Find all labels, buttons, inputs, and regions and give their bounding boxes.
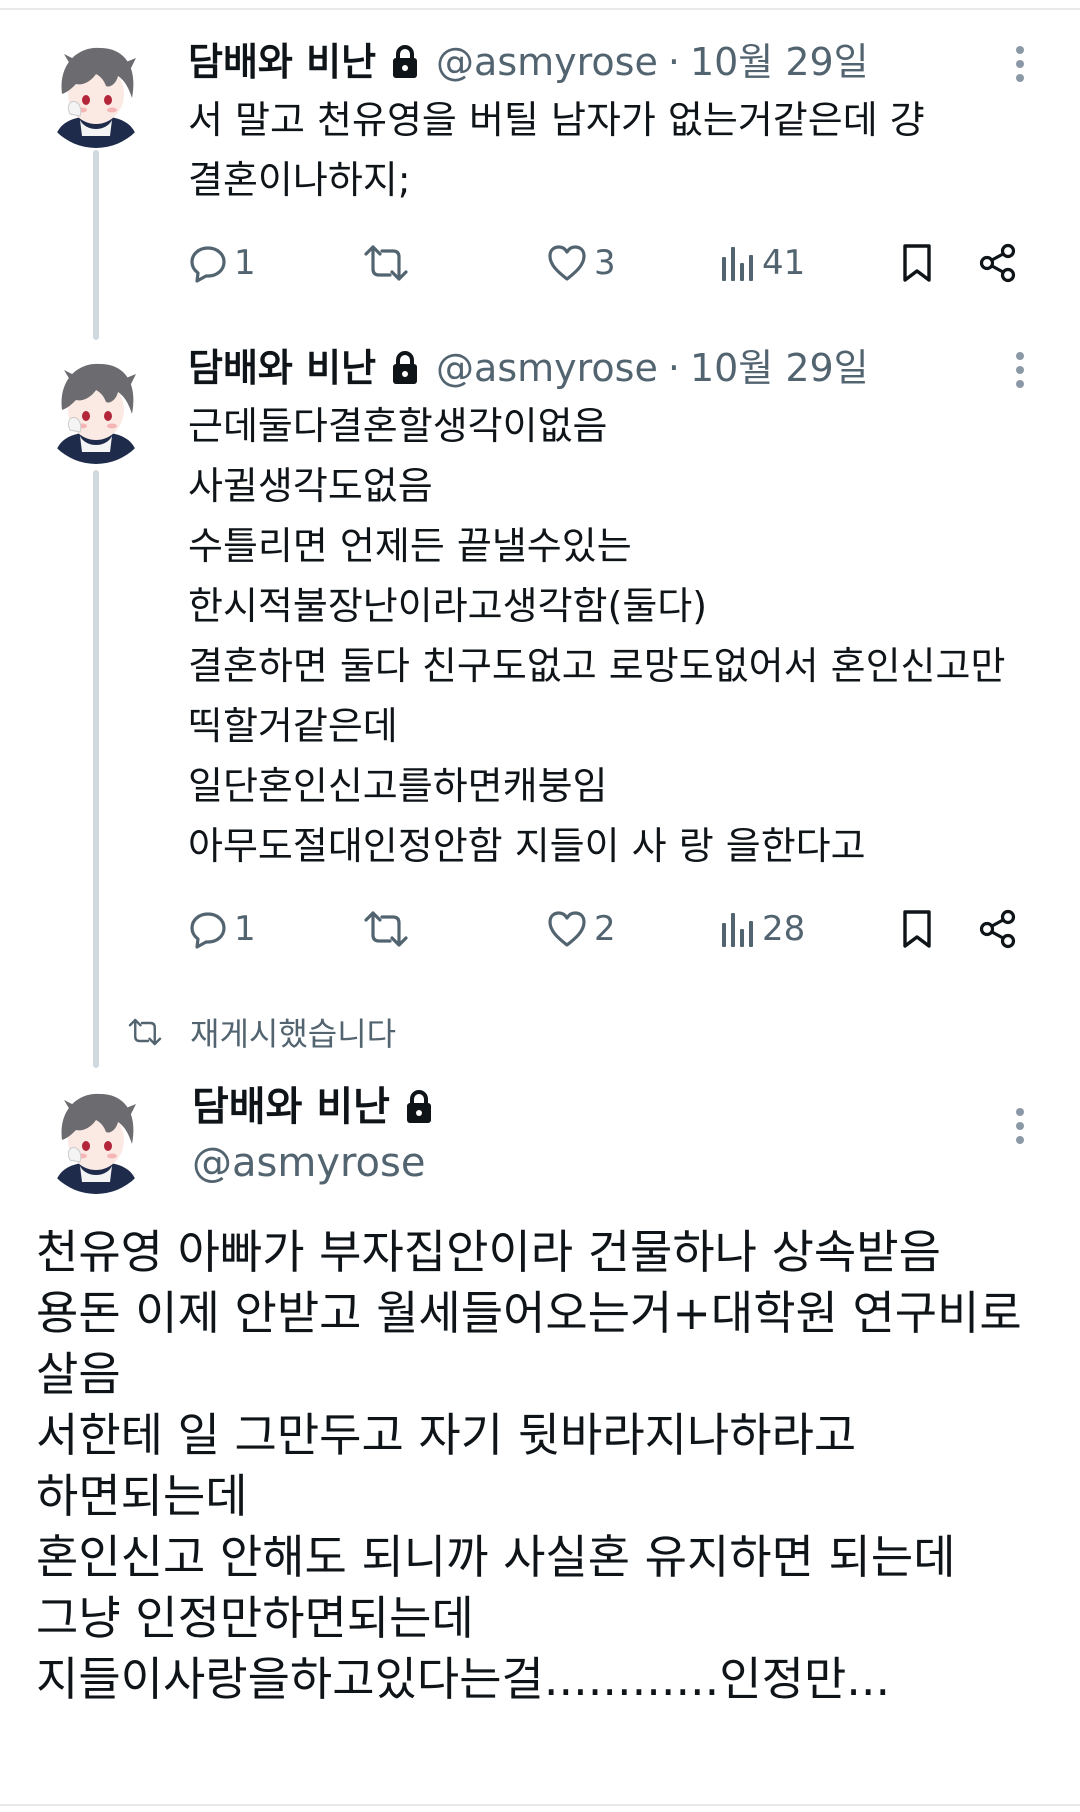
timestamp[interactable]: 10월 29일 — [690, 38, 869, 86]
retweet-icon — [128, 1017, 162, 1047]
tweet-text-line: 결혼이나하지; — [188, 158, 411, 202]
tweet-text-line: 수틀리면 언제든 끝낼수있는 — [188, 524, 632, 568]
views-icon — [720, 909, 756, 949]
more-dots-icon[interactable] — [1008, 1102, 1032, 1150]
tweet-text-line: 지들이사랑을하고있다는걸............인정만... — [36, 1652, 891, 1706]
like-count: 2 — [594, 909, 616, 949]
more-dots-icon[interactable] — [1008, 40, 1032, 88]
display-name[interactable]: 담배와 비난 — [192, 1082, 390, 1132]
heart-icon — [546, 243, 588, 283]
share-icon — [978, 243, 1018, 283]
tweet-header: 담배와 비난 @asmyrose · 10월 29일 — [188, 344, 869, 392]
like-count: 3 — [594, 243, 616, 283]
retweet-icon — [364, 243, 408, 283]
tweet-text: 근데둘다결혼할생각이없음 사귈생각도없음 수틀리면 언제든 끝낼수있는 한시적불… — [188, 396, 1048, 876]
tweet-text-line: 사귈생각도없음 — [188, 464, 433, 508]
lock-icon — [404, 1089, 434, 1125]
reply-icon — [188, 909, 228, 949]
more-dots-icon[interactable] — [1008, 346, 1032, 394]
tweet-text-line: 천유영 아빠가 부자집안이라 건물하나 상속받음 — [36, 1225, 941, 1279]
like-button[interactable]: 3 — [546, 238, 616, 288]
views-count: 28 — [762, 909, 806, 949]
bookmark-icon — [900, 242, 934, 284]
retweet-button[interactable] — [364, 238, 408, 288]
tweet-text-line: 아무도절대인정안함 지들이 사 랑 을한다고 — [188, 824, 866, 868]
action-bar: 1 3 41 — [188, 238, 1028, 288]
tweet-text-line: 그냥 인정만하면되는데 — [36, 1591, 474, 1645]
top-divider — [0, 8, 1080, 10]
tweet-text-line: 하면되는데 — [36, 1469, 248, 1523]
heart-icon — [546, 909, 588, 949]
handle[interactable]: @asmyrose — [192, 1138, 425, 1188]
avatar[interactable] — [40, 36, 152, 148]
share-button[interactable] — [978, 904, 1018, 954]
views-button[interactable]: 41 — [720, 238, 805, 288]
retweet-button[interactable] — [364, 904, 408, 954]
bookmark-button[interactable] — [900, 238, 934, 288]
separator: · — [667, 346, 680, 390]
thread-line — [93, 470, 99, 1068]
reply-icon — [188, 243, 228, 283]
views-button[interactable]: 28 — [720, 904, 805, 954]
tweet-text-line: 한시적불장난이라고생각함(둘다) — [188, 584, 708, 628]
share-button[interactable] — [978, 238, 1018, 288]
handle[interactable]: @asmyrose — [436, 38, 658, 86]
bookmark-button[interactable] — [900, 904, 934, 954]
reply-button[interactable]: 1 — [188, 904, 256, 954]
separator: · — [667, 40, 680, 84]
tweet-text-line: 용돈 이제 안받고 월세들어오는거+대학원 연구비로 — [36, 1286, 1022, 1340]
reply-count: 1 — [234, 243, 256, 283]
lock-icon — [390, 44, 420, 80]
tweet-text-line: 일단혼인신고를하면캐붕임 — [188, 764, 608, 808]
tweet-text-line: 띡할거같은데 — [188, 704, 398, 748]
tweet-text-line: 서한테 일 그만두고 자기 뒷바라지나하라고 — [36, 1408, 857, 1462]
display-name[interactable]: 담배와 비난 — [188, 344, 376, 392]
bottom-divider — [0, 1804, 1080, 1806]
reply-count: 1 — [234, 909, 256, 949]
tweet-text-line: 결혼하면 둘다 친구도없고 로망도없어서 혼인신고만 — [188, 644, 1006, 688]
display-name[interactable]: 담배와 비난 — [188, 38, 376, 86]
handle[interactable]: @asmyrose — [436, 344, 658, 392]
bookmark-icon — [900, 908, 934, 950]
tweet-header: 담배와 비난 @asmyrose · 10월 29일 — [188, 38, 869, 86]
share-icon — [978, 909, 1018, 949]
tweet-text: 서 말고 천유영을 버틸 남자가 없는거같은데 걍 결혼이나하지; — [188, 90, 1048, 210]
tweet-text-line: 근데둘다결혼할생각이없음 — [188, 404, 608, 448]
lock-icon — [390, 350, 420, 386]
tweet-text-line: 혼인신고 안해도 되니까 사실혼 유지하면 되는데 — [36, 1530, 956, 1584]
retweet-indicator: 재게시했습니다 — [128, 1010, 396, 1054]
main-tweet-header: 담배와 비난 — [192, 1082, 450, 1132]
reply-button[interactable]: 1 — [188, 238, 256, 288]
main-tweet-text: 천유영 아빠가 부자집안이라 건물하나 상속받음 용돈 이제 안받고 월세들어오… — [36, 1222, 1046, 1710]
retweet-label-text: 재게시했습니다 — [190, 1015, 397, 1053]
tweet-text-line: 살음 — [36, 1347, 121, 1401]
retweet-icon — [364, 909, 408, 949]
avatar[interactable] — [40, 352, 152, 464]
tweet-text-line: 서 말고 천유영을 버틸 남자가 없는거같은데 걍 — [188, 98, 925, 142]
timestamp[interactable]: 10월 29일 — [690, 344, 869, 392]
views-icon — [720, 243, 756, 283]
like-button[interactable]: 2 — [546, 904, 616, 954]
thread-line — [93, 150, 99, 340]
avatar[interactable] — [40, 1082, 152, 1194]
action-bar: 1 2 28 — [188, 904, 1028, 954]
views-count: 41 — [762, 243, 806, 283]
